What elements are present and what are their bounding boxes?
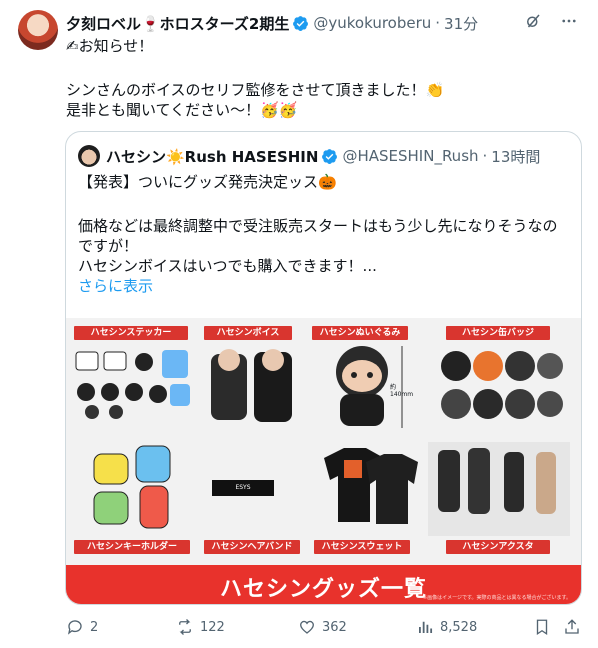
label-plush: ハセシンぬいぐるみ [312,326,408,340]
label-keyholder: ハセシンキーホルダー [74,540,190,554]
more-options-icon[interactable] [560,12,578,30]
repost-icon [179,619,191,635]
plush-illustration: 約140mm [322,342,418,432]
show-more-link[interactable]: さらに表示 [78,276,568,296]
quote-time[interactable]: 13時間 [491,146,540,167]
action-bar: 2 122 362 8,528 [66,617,581,637]
post-line [66,56,566,76]
acrylic-illustration [428,442,570,536]
verified-badge-icon [293,15,309,31]
label-badge: ハセシン缶バッジ [446,326,550,340]
author-handle[interactable]: @yukokuroberu [313,14,431,32]
time-separator: · [482,147,488,165]
post-line: 是非とも聞いてください〜！🥳🥳 [66,101,298,119]
label-sweat: ハセシンスウェット [314,540,410,554]
bookmark-button[interactable] [533,618,551,636]
author-avatar[interactable] [18,10,58,50]
hairband-illustration: ESYS [212,480,274,496]
like-button[interactable]: 362 [298,618,347,636]
post-time[interactable]: 31分 [444,13,478,34]
reply-button[interactable]: 2 [66,618,98,636]
quote-line: 【発表】ついにグッズ発売決定ッス🎃 [78,173,337,191]
badge-illustration [436,346,564,430]
plush-size-label: 約140mm [390,384,414,398]
quote-line: ですが！ [78,237,139,255]
views-icon [419,621,433,633]
quote-line: 価格などは最終調整中で受注販売スタートはもう少し先になりそうなの [78,217,558,235]
post-header: 夕刻ロベル🍷ホロスターズ2期生 @yukokuroberu · 31分 [66,12,578,34]
label-hairband: ハセシンヘアバンド [204,540,300,554]
quote-display-name[interactable]: ハセシン☀️Rush HASESHIN [106,146,318,167]
label-sticker: ハセシンステッカー [74,326,188,340]
views-button[interactable]: 8,528 [416,618,477,636]
quote-line: ハセシンボイスはいつでも購入できます！... [78,257,377,275]
post-line: シンさんのボイスのセリフ監修をさせて頂きました！👏 [66,81,445,99]
quote-handle[interactable]: @HASESHIN_Rush [342,147,478,165]
grok-icon[interactable] [524,12,542,30]
bookmark-icon [536,619,548,636]
reply-icon [67,620,82,635]
sweat-illustration [314,444,422,526]
quoted-post[interactable]: ハセシン☀️Rush HASESHIN @HASESHIN_Rush · 13時… [65,131,582,605]
banner-note: ※画像はイメージです。実際の商品とは異なる場合がございます。 [422,595,571,601]
keyholder-illustration [90,436,180,534]
like-count: 362 [322,619,347,635]
author-display-name[interactable]: 夕刻ロベル🍷ホロスターズ2期生 [66,13,289,34]
sticker-illustration [74,348,192,422]
repost-button[interactable]: 122 [176,618,225,636]
post-text: ✍お知らせ！ シンさんのボイスのセリフ監修をさせて頂きました！👏 是非とも聞いて… [66,36,566,120]
label-acrylic: ハセシンアクスタ [446,540,550,554]
repost-count: 122 [200,619,225,635]
voice-illustration [206,346,296,424]
post-line: ✍お知らせ！ [66,37,154,55]
quote-text: 【発表】ついにグッズ発売決定ッス🎃 価格などは最終調整中で受注販売スタートはもう… [78,172,568,296]
view-count: 8,528 [440,619,478,635]
label-voice: ハセシンボイス [204,326,292,340]
quote-header: ハセシン☀️Rush HASESHIN @HASESHIN_Rush · 13時… [78,145,540,167]
banner: ハセシングッズ一覧 ※画像はイメージです。実際の商品とは異なる場合がございます。 [66,565,581,604]
verified-badge-icon [322,148,338,164]
share-button[interactable] [563,618,581,636]
quote-line [78,192,568,212]
reply-count: 2 [90,619,99,635]
heart-icon [299,620,315,634]
quote-avatar[interactable] [78,145,100,167]
share-icon [565,619,579,634]
time-separator: · [435,14,441,32]
merch-image[interactable]: ハセシンステッカー ハセシンボイス ハセシンぬいぐるみ ハセシン缶バッジ 約14… [66,318,581,604]
